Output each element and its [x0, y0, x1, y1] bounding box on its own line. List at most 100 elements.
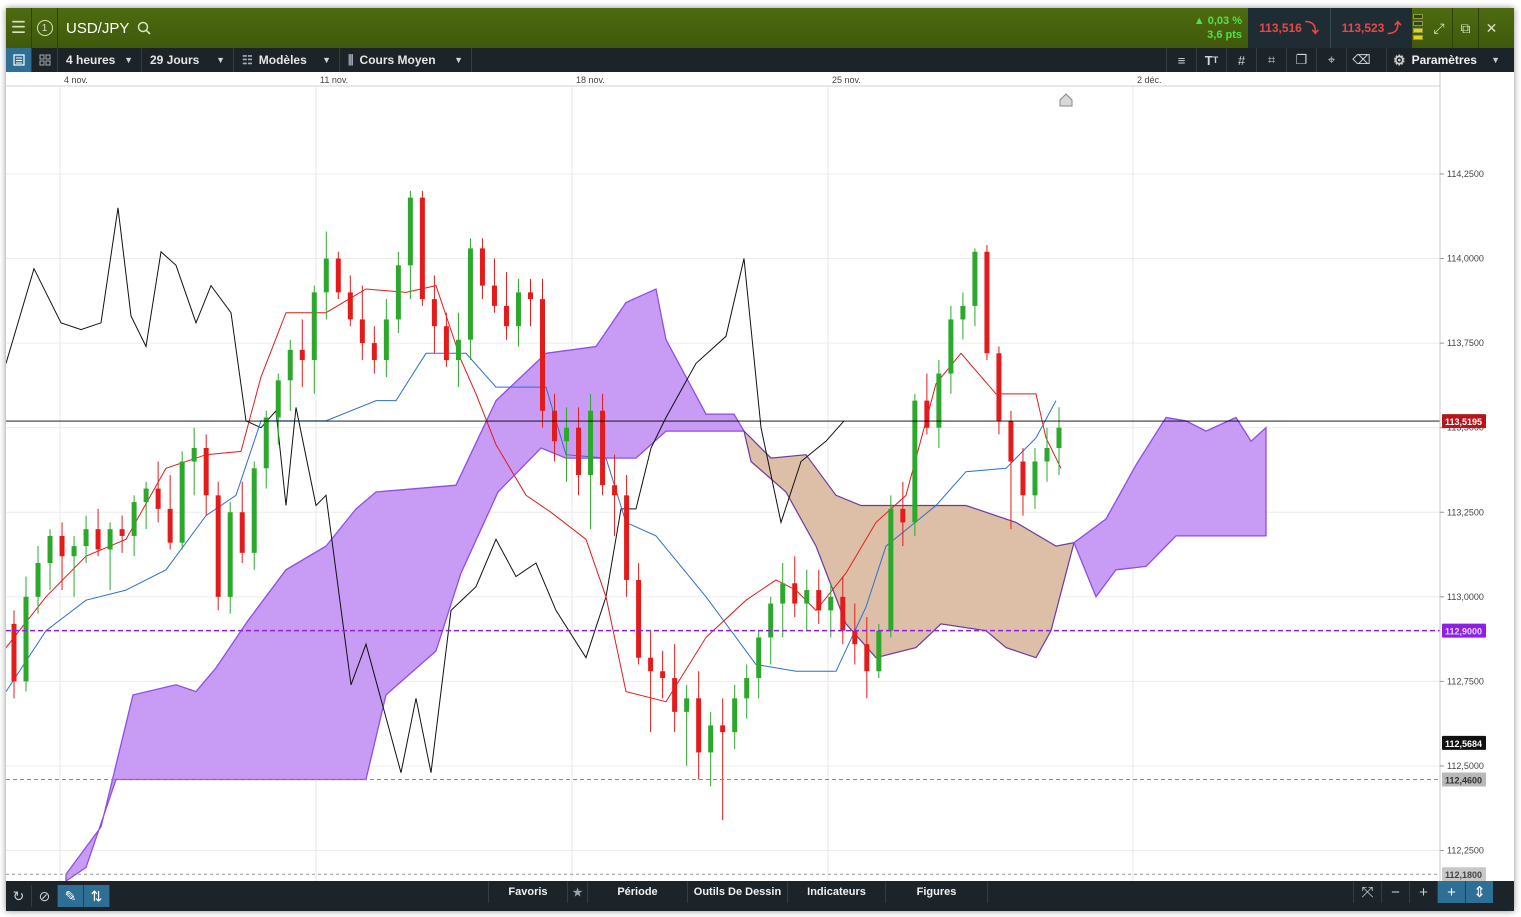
- sort-arrows-icon[interactable]: ⇅: [84, 885, 110, 907]
- market-depth-icon[interactable]: [1413, 14, 1423, 42]
- candlestick: [672, 644, 678, 733]
- candle-body: [984, 251, 990, 354]
- tab-period[interactable]: Période: [588, 881, 688, 903]
- y-tick-label: 114,0000: [1447, 254, 1484, 264]
- candlestick: [612, 454, 618, 536]
- candle-body: [47, 535, 53, 563]
- candle-body: [948, 319, 954, 374]
- sell-button[interactable]: 113,516 ⤵: [1248, 8, 1330, 48]
- candle-body: [696, 698, 702, 753]
- candlestick: [359, 285, 365, 361]
- buy-button[interactable]: 113,523 ⤴: [1330, 8, 1412, 48]
- bid-price: 113,516: [1259, 21, 1302, 35]
- candlestick: [720, 698, 726, 821]
- disable-icon[interactable]: ⊘: [32, 885, 58, 907]
- candlestick: [503, 272, 509, 340]
- candlestick: [47, 529, 53, 591]
- templates-icon: ☷: [242, 53, 253, 67]
- candlestick: [1008, 410, 1014, 530]
- templates-select[interactable]: ☷ Modèles ▼: [234, 48, 340, 72]
- candle-body: [35, 563, 41, 597]
- price-scale-icon[interactable]: ≡: [1166, 48, 1196, 72]
- candle-body: [395, 265, 401, 320]
- refresh-icon[interactable]: ↻: [6, 885, 32, 907]
- candle-body: [1056, 427, 1062, 448]
- crosshair-icon[interactable]: ⌖: [1316, 48, 1346, 72]
- expand-vertical-icon[interactable]: ⇕: [1465, 881, 1493, 903]
- candlestick: [732, 684, 738, 750]
- candlestick: [588, 393, 594, 530]
- tab-figures[interactable]: Figures: [886, 881, 988, 903]
- tab-drawing-tools[interactable]: Outils De Dessin: [688, 881, 788, 903]
- range-select[interactable]: 29 Jours ▼: [142, 48, 234, 72]
- candlestick: [780, 563, 786, 638]
- home-marker-icon[interactable]: [1059, 93, 1073, 107]
- snapshot-icon[interactable]: ❐: [1286, 48, 1316, 72]
- candlestick: [1056, 407, 1062, 476]
- eraser-icon[interactable]: ⌫: [1346, 48, 1376, 72]
- add-chart-icon[interactable]: +: [1437, 881, 1465, 903]
- tab-label: Figures: [916, 886, 957, 898]
- pencil-icon[interactable]: ✎: [58, 885, 84, 907]
- price-type-select[interactable]: ⫼ Cours Moyen ▼: [340, 48, 472, 72]
- candle-body: [431, 299, 437, 327]
- candlestick: [203, 434, 209, 516]
- candlestick: [215, 481, 221, 611]
- candlestick: [455, 312, 461, 388]
- candlestick: [167, 475, 173, 550]
- text-size-icon[interactable]: TT: [1196, 48, 1226, 72]
- candle-body: [768, 603, 774, 638]
- price-type-label: Cours Moyen: [359, 53, 436, 67]
- settings-button[interactable]: ⚙ Paramètres ▼: [1386, 48, 1514, 72]
- popout-icon[interactable]: ⧉: [1452, 8, 1478, 48]
- interval-select[interactable]: 4 heures ▼: [58, 48, 142, 72]
- candlestick: [299, 319, 305, 388]
- zoom-out-icon[interactable]: −: [1381, 881, 1409, 903]
- y-tick-label: 112,7500: [1447, 676, 1484, 686]
- search-icon[interactable]: [137, 21, 151, 35]
- alert-count-button[interactable]: 1: [32, 8, 58, 48]
- candle-body: [335, 258, 341, 293]
- candle-body: [191, 447, 197, 462]
- chart-window: ☰ 1 USD/JPY ▲ 0,03 % 3,6 pts 113,516 ⤵ 1…: [6, 8, 1514, 911]
- candle-body: [95, 529, 101, 550]
- candle-body: [816, 590, 822, 611]
- candle-body: [347, 292, 353, 320]
- candlestick: [191, 427, 197, 496]
- star-icon[interactable]: ★: [568, 881, 588, 903]
- zoom-in-icon[interactable]: +: [1409, 881, 1437, 903]
- candle-body: [227, 512, 233, 597]
- candlestick: [407, 190, 413, 300]
- grid-icon[interactable]: #: [1226, 48, 1256, 72]
- chart-area[interactable]: 4 nov. 11 nov. 18 nov. 25 nov. 2 déc. 114,250…: [6, 72, 1514, 883]
- candle-body: [179, 461, 185, 543]
- candle-body: [708, 725, 714, 753]
- symbol-title[interactable]: USD/JPY: [66, 20, 129, 37]
- menu-icon[interactable]: ☰: [6, 8, 32, 48]
- candle-body: [972, 251, 978, 306]
- candle-body: [660, 671, 666, 679]
- bottom-level-label: 112,1800: [1445, 870, 1482, 880]
- tab-favorites[interactable]: Favoris: [488, 881, 568, 903]
- y-tick-label: 113,7500: [1447, 338, 1484, 348]
- price-chart[interactable]: 4 nov. 11 nov. 18 nov. 25 nov. 2 déc. 114,250…: [6, 72, 1514, 883]
- expand-icon[interactable]: ⤢: [1426, 8, 1452, 48]
- candlestick: [960, 292, 966, 340]
- bottom-toolbar: ↻ ⊘ ✎ ⇅ Favoris ★ Période Outils De Dess…: [6, 881, 1514, 911]
- candle-body: [564, 427, 570, 442]
- chart-layout-icon[interactable]: [6, 48, 32, 72]
- y-tick-label: 114,2500: [1447, 169, 1484, 179]
- candlestick: [756, 630, 762, 699]
- down-arrow-icon: ⤵: [1304, 20, 1319, 36]
- fit-icon[interactable]: ⤧: [1353, 881, 1381, 903]
- low-level-label: 112,5684: [1445, 739, 1482, 749]
- grid-layout-icon[interactable]: [32, 48, 58, 72]
- close-icon[interactable]: ✕: [1478, 8, 1504, 48]
- crosshair-grid-icon[interactable]: ⌗: [1256, 48, 1286, 72]
- candle-body: [600, 410, 606, 486]
- candlestick: [155, 461, 161, 523]
- tab-indicators[interactable]: Indicateurs: [788, 881, 886, 903]
- candlestick: [347, 275, 353, 327]
- interval-value: 4 heures: [66, 53, 116, 67]
- chevron-down-icon: ▼: [322, 55, 331, 65]
